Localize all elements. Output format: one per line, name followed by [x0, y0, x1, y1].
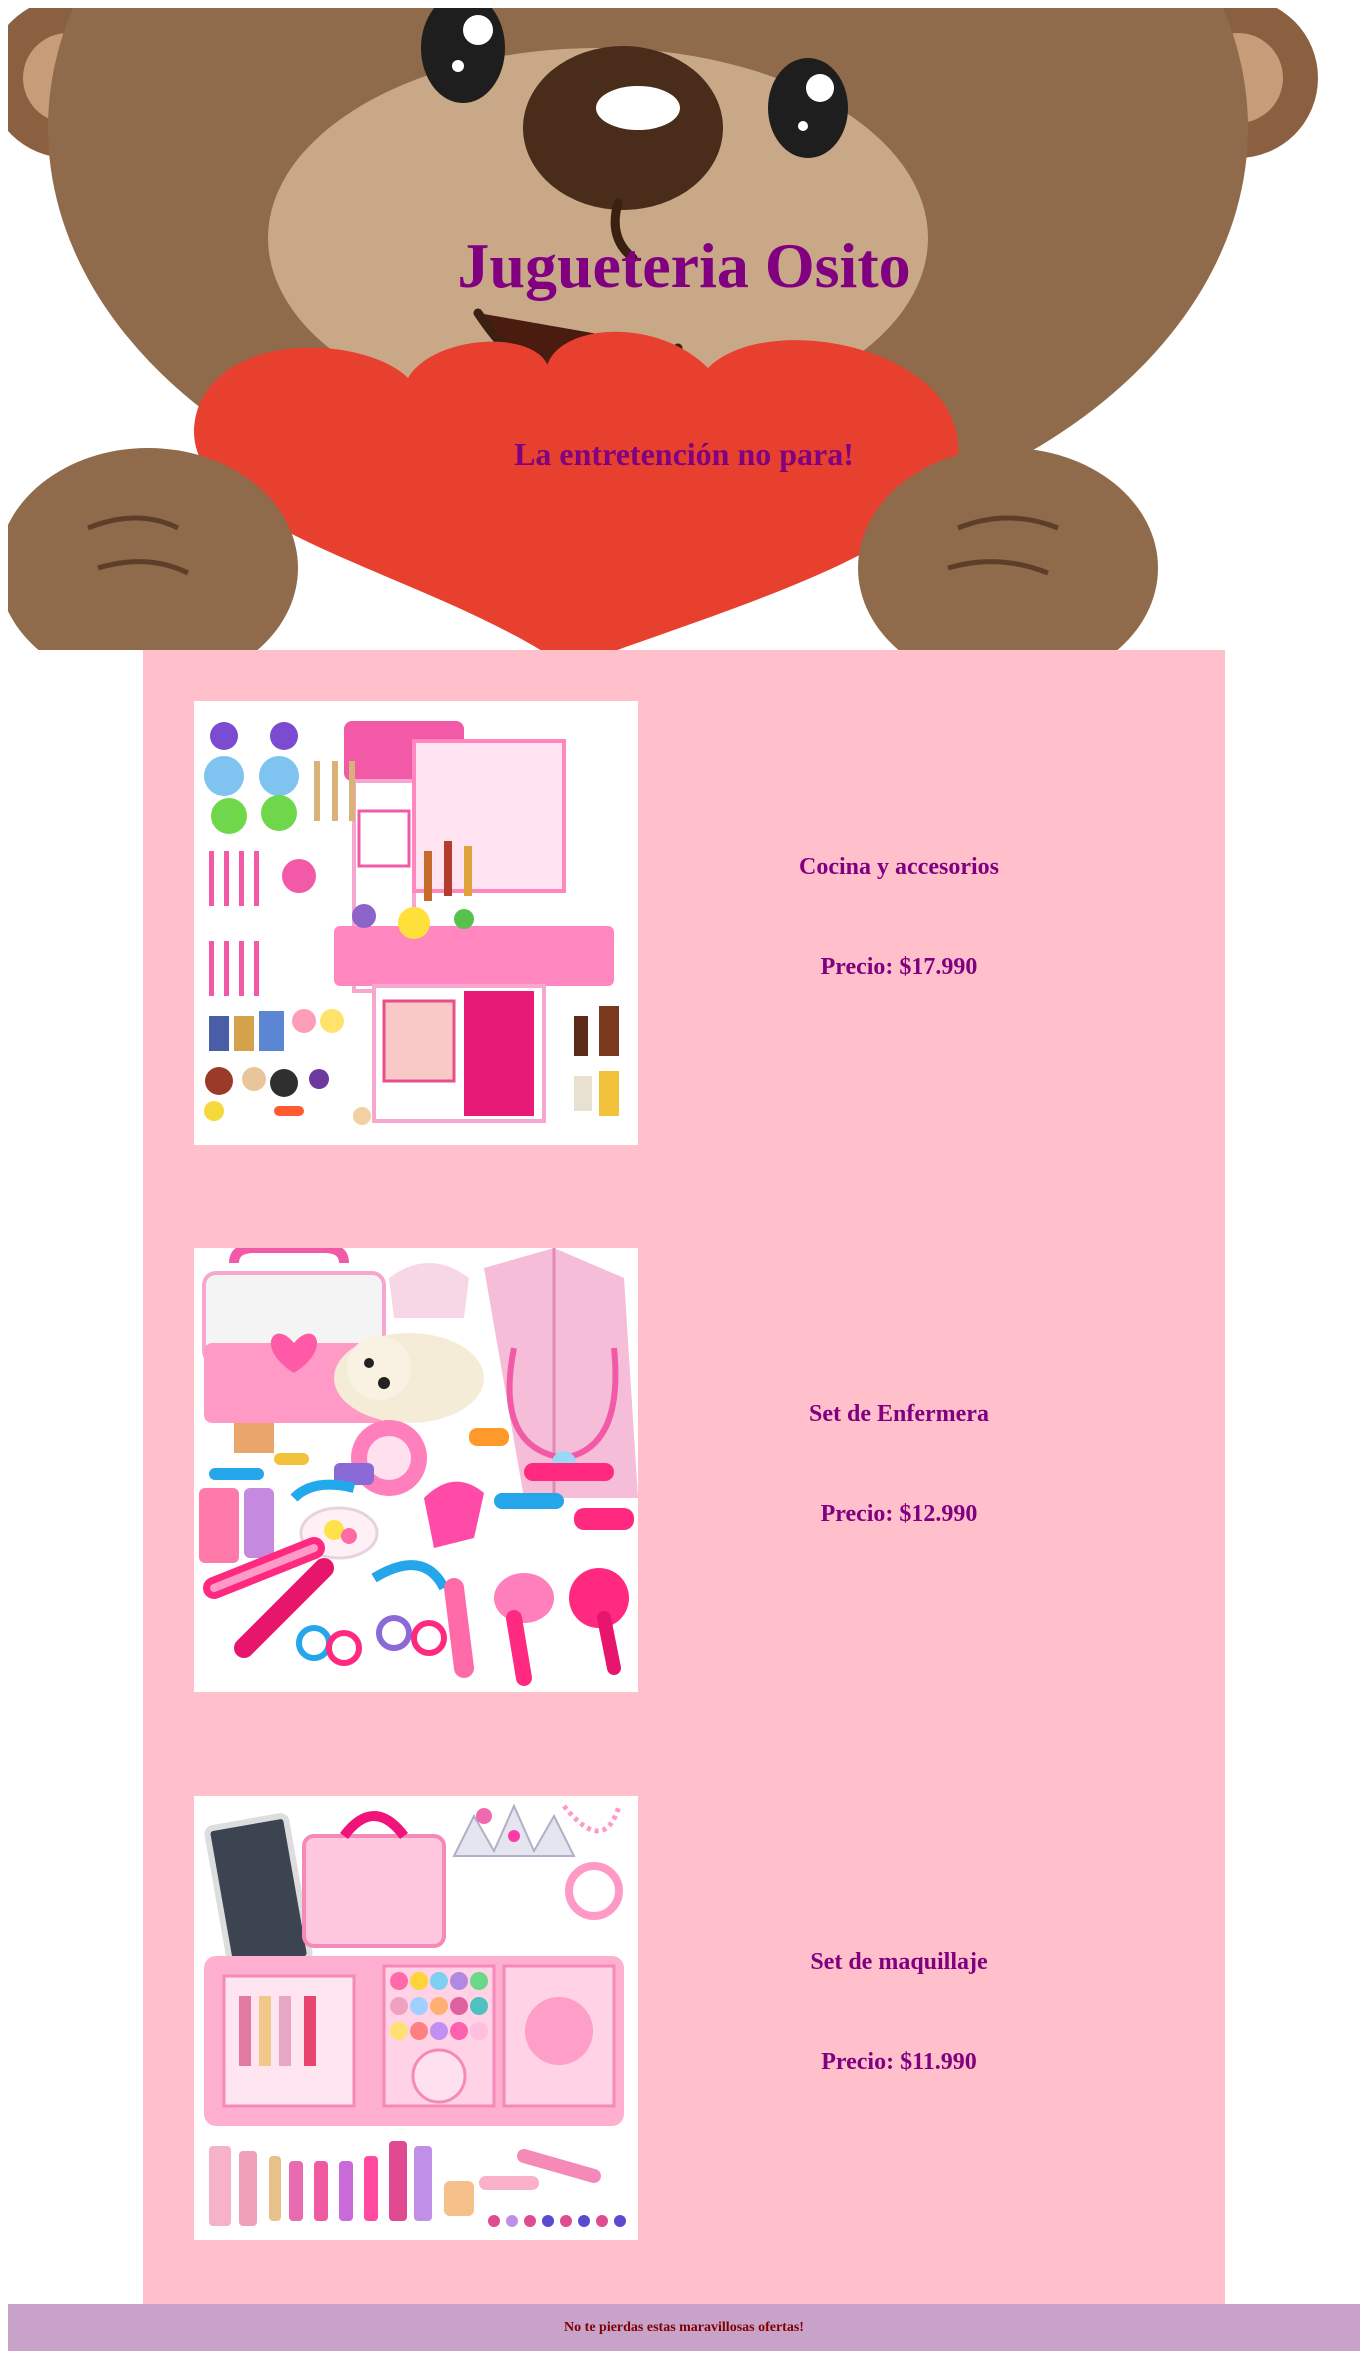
teddy-bear-illustration	[8, 8, 1318, 650]
product-info: Cocina y accesorios Precio: $17.990	[638, 701, 1160, 1145]
page-subtitle: La entretención no para!	[514, 436, 854, 472]
hero-banner: Jugueteria Osito La entretención no para…	[8, 8, 1360, 650]
product-price: Precio: $17.990	[820, 954, 978, 980]
page-title: Jugueteria Osito	[457, 230, 911, 301]
product-price: Precio: $12.990	[820, 1501, 978, 1527]
footer: No te pierdas estas maravillosas ofertas…	[8, 2304, 1360, 2351]
product-name: Set de maquillaje	[810, 1949, 988, 1975]
product-image-makeup-set	[194, 1796, 638, 2240]
product-price: Precio: $11.990	[821, 2049, 977, 2075]
product-info: Set de Enfermera Precio: $12.990	[638, 1248, 1160, 1692]
footer-text: No te pierdas estas maravillosas ofertas…	[564, 2320, 804, 2335]
product-info: Set de maquillaje Precio: $11.990	[638, 1796, 1160, 2240]
product-name: Cocina y accesorios	[799, 854, 999, 880]
product-list: Cocina y accesorios Precio: $17.990 Set …	[143, 650, 1225, 2304]
product-card: Set de Enfermera Precio: $12.990	[194, 1248, 1225, 1692]
product-card: Set de maquillaje Precio: $11.990	[194, 1796, 1225, 2240]
product-image-nurse-set	[194, 1248, 638, 1692]
product-card: Cocina y accesorios Precio: $17.990	[194, 701, 1225, 1145]
product-image-kitchen	[194, 701, 638, 1145]
product-name: Set de Enfermera	[809, 1401, 989, 1427]
